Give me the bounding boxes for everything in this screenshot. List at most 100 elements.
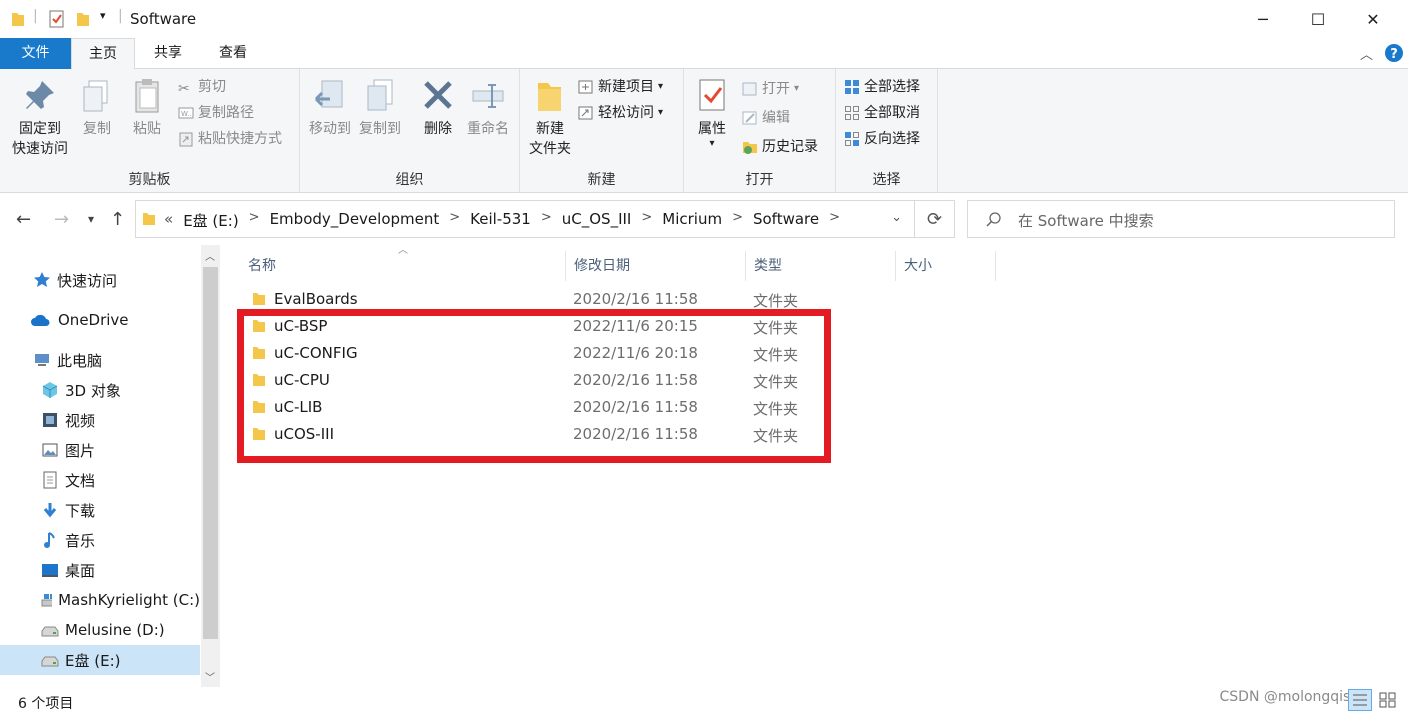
- sidebar-item-music[interactable]: 音乐: [0, 525, 200, 555]
- sidebar-item-drive-d[interactable]: Melusine (D:): [0, 615, 200, 645]
- new-item-button[interactable]: 新建项目 ▾: [578, 77, 663, 97]
- cube-icon: [42, 382, 58, 398]
- copy-path-icon: W..: [178, 107, 194, 119]
- column-header-date[interactable]: 修改日期: [566, 251, 746, 281]
- new-item-dropdown-icon: ▾: [658, 81, 664, 92]
- window-title: Software: [130, 10, 197, 28]
- breadcrumb-embody-development[interactable]: Embody_Development: [270, 210, 440, 231]
- breadcrumb-chevron-icon[interactable]: >: [829, 210, 840, 231]
- pin-quick-access-button[interactable]: 固定到 快速访问: [8, 77, 72, 159]
- sidebar-item-drive-e[interactable]: E盘 (E:): [0, 645, 200, 675]
- breadcrumb-chevron-icon[interactable]: >: [641, 210, 652, 231]
- column-header-size[interactable]: 大小: [896, 251, 996, 281]
- sidebar-item-downloads[interactable]: 下载: [0, 495, 200, 525]
- sidebar-item-videos[interactable]: 视频: [0, 405, 200, 435]
- back-arrow-icon[interactable]: ←: [16, 209, 31, 230]
- column-header-name[interactable]: 名称: [240, 251, 566, 281]
- invert-selection-button[interactable]: 反向选择: [844, 129, 920, 149]
- rename-button[interactable]: 重命名: [464, 77, 512, 139]
- sidebar-item-label: MashKyrielight (C:): [58, 591, 200, 609]
- properties-dropdown-icon: ▾: [709, 138, 715, 149]
- open-button[interactable]: 打开 ▾: [742, 79, 799, 99]
- history-button[interactable]: 历史记录: [742, 137, 818, 157]
- breadcrumb-chevron-icon[interactable]: >: [249, 210, 260, 231]
- sidebar-item-label: 快速访问: [57, 271, 118, 290]
- sidebar-item-3d-objects[interactable]: 3D 对象: [0, 375, 200, 405]
- document-icon: [43, 471, 57, 489]
- recent-locations-chevron-icon[interactable]: ▾: [88, 212, 94, 226]
- breadcrumb-drive-e[interactable]: E盘 (E:): [183, 210, 238, 231]
- copy-button[interactable]: 复制: [76, 77, 118, 139]
- sidebar-item-this-pc[interactable]: 此电脑: [0, 345, 200, 375]
- scroll-up-icon[interactable]: ︿: [205, 248, 215, 263]
- copy-path-button[interactable]: W.. 复制路径: [178, 103, 254, 123]
- paste-shortcut-label: 粘贴快捷方式: [198, 131, 282, 147]
- breadcrumb-overflow[interactable]: «: [164, 210, 173, 231]
- breadcrumb-micrium[interactable]: Micrium: [662, 210, 722, 231]
- forward-arrow-icon[interactable]: →: [54, 209, 69, 230]
- move-to-button[interactable]: 移动到: [306, 77, 354, 139]
- scissors-icon: ✂: [178, 81, 190, 97]
- sidebar-scrollbar[interactable]: ︿ ﹀: [201, 245, 220, 687]
- history-label: 历史记录: [762, 139, 818, 155]
- sidebar-item-onedrive[interactable]: OneDrive: [0, 305, 200, 335]
- details-view-icon[interactable]: [1348, 689, 1372, 711]
- sidebar-item-label: Melusine (D:): [65, 621, 165, 639]
- easy-access-label: 轻松访问: [598, 105, 654, 121]
- scrollbar-thumb[interactable]: [203, 267, 218, 639]
- close-button[interactable]: ✕: [1346, 0, 1400, 38]
- sidebar-item-label: OneDrive: [58, 311, 129, 329]
- properties-quick-icon[interactable]: [48, 10, 66, 28]
- search-input[interactable]: 在 Software 中搜索: [967, 200, 1395, 238]
- properties-button[interactable]: 属性 ▾: [692, 77, 732, 149]
- sidebar-item-desktop[interactable]: 桌面: [0, 555, 200, 585]
- sidebar-item-documents[interactable]: 文档: [0, 465, 200, 495]
- minimize-button[interactable]: ─: [1236, 0, 1290, 38]
- breadcrumb-uc-os-iii[interactable]: uC_OS_III: [562, 210, 632, 231]
- column-header-type[interactable]: 类型: [746, 251, 896, 281]
- breadcrumb-chevron-icon[interactable]: >: [541, 210, 552, 231]
- copy-to-button[interactable]: 复制到: [356, 77, 404, 139]
- paste-button[interactable]: 粘贴: [126, 77, 168, 139]
- sidebar-item-label: 此电脑: [57, 351, 103, 370]
- sidebar-item-pictures[interactable]: 图片: [0, 435, 200, 465]
- collapse-ribbon-icon[interactable]: ︿: [1360, 44, 1373, 63]
- breadcrumb-chevron-icon[interactable]: >: [732, 210, 743, 231]
- new-folder-quick-icon[interactable]: [75, 10, 91, 28]
- select-all-button[interactable]: 全部选择: [844, 77, 920, 97]
- select-none-button[interactable]: 全部取消: [844, 103, 920, 123]
- easy-access-icon: [578, 106, 593, 120]
- new-item-label: 新建项目: [598, 79, 654, 95]
- refresh-button[interactable]: ⟳: [915, 200, 955, 238]
- file-type: 文件夹: [753, 292, 799, 310]
- paste-shortcut-button[interactable]: 粘贴快捷方式: [178, 129, 282, 149]
- address-bar[interactable]: « E盘 (E:) > Embody_Development > Keil-53…: [135, 200, 915, 238]
- quick-access-dropdown-icon[interactable]: ▾: [100, 9, 106, 22]
- tab-home[interactable]: 主页: [71, 38, 135, 70]
- select-group: 全部选择 全部取消 反向选择 选择: [836, 69, 938, 193]
- select-all-icon: [845, 80, 859, 94]
- address-history-chevron-icon[interactable]: ⌄: [891, 210, 902, 225]
- edit-button[interactable]: 编辑: [742, 108, 790, 128]
- large-icons-view-icon[interactable]: [1378, 691, 1398, 709]
- breadcrumb-keil-531[interactable]: Keil-531: [470, 210, 531, 231]
- delete-button[interactable]: 删除: [418, 77, 458, 139]
- up-arrow-icon[interactable]: ↑: [110, 209, 125, 230]
- new-folder-button[interactable]: 新建 文件夹: [526, 77, 574, 159]
- tab-share[interactable]: 共享: [138, 38, 198, 69]
- easy-access-button[interactable]: 轻松访问 ▾: [578, 103, 663, 123]
- tab-file[interactable]: 文件: [0, 38, 71, 69]
- tab-view[interactable]: 查看: [201, 38, 265, 69]
- open-label: 打开: [762, 81, 790, 97]
- cut-button[interactable]: ✂ 剪切: [178, 77, 226, 97]
- breadcrumb-chevron-icon[interactable]: >: [449, 210, 460, 231]
- help-icon[interactable]: ?: [1384, 43, 1404, 63]
- new-item-icon: [578, 80, 593, 94]
- cloud-icon: [31, 314, 50, 326]
- sidebar-item-quick-access[interactable]: 快速访问: [0, 265, 200, 295]
- breadcrumb-software[interactable]: Software: [753, 210, 819, 231]
- scroll-down-icon[interactable]: ﹀: [205, 669, 215, 684]
- maximize-button[interactable]: ☐: [1291, 0, 1345, 38]
- sidebar-item-drive-c[interactable]: MashKyrielight (C:): [0, 585, 200, 615]
- star-icon: [34, 272, 50, 287]
